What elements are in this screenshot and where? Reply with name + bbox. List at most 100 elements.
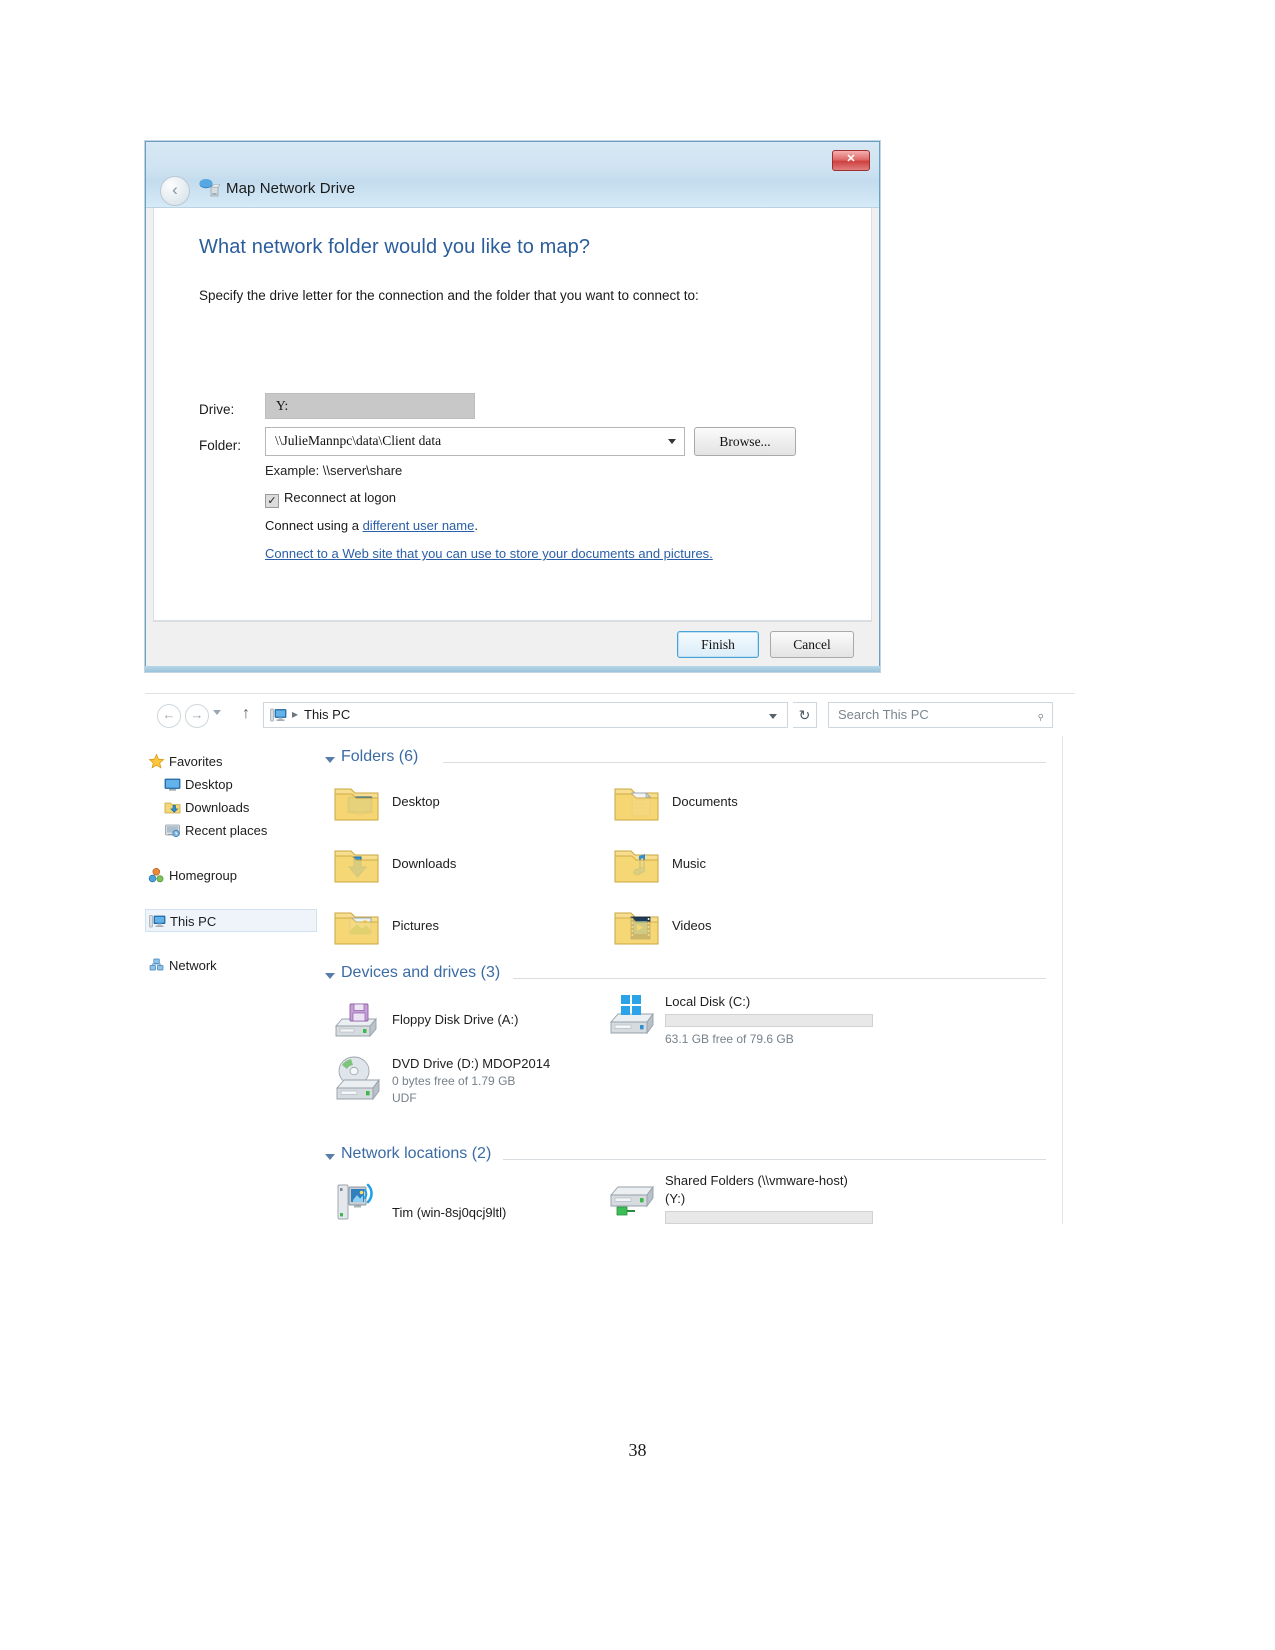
tile-label: Documents	[672, 794, 738, 809]
folder-music-icon	[612, 842, 662, 888]
homegroup-icon	[148, 867, 165, 884]
tile-label: Floppy Disk Drive (A:)	[392, 1012, 519, 1027]
group-rule	[513, 978, 1046, 979]
tile-label: Music	[672, 856, 706, 871]
file-explorer-window: ← → ↑ ▸ This PC ↻ Search This PC ⌕ Favor…	[145, 693, 1075, 1224]
collapse-triangle-icon[interactable]	[325, 757, 335, 763]
sidebar-label: Recent places	[185, 823, 268, 838]
this-pc-icon	[270, 707, 287, 724]
this-pc-icon	[149, 913, 166, 930]
sidebar-item-homegroup[interactable]: Homegroup	[145, 864, 317, 887]
different-user-name-link[interactable]: different user name	[363, 518, 475, 533]
network-drive-icon	[605, 1171, 655, 1217]
sidebar-label: Favorites	[169, 754, 223, 769]
sidebar-item-network[interactable]: Network	[145, 954, 317, 977]
tile-label: Videos	[672, 918, 712, 933]
tile-label: Tim (win-8sj0qcj9ltl)	[392, 1205, 507, 1220]
network-computer-icon	[332, 1179, 382, 1225]
dialog-title: Map Network Drive	[226, 180, 356, 197]
folder-combobox[interactable]: \\JulieMannpc\data\Client data	[265, 427, 685, 456]
star-icon	[148, 753, 165, 770]
dialog-body: What network folder would you like to ma…	[153, 208, 872, 621]
explorer-sidebar: Favorites Desktop Downloads Recent place…	[145, 736, 317, 1224]
refresh-button[interactable]: ↻	[793, 702, 817, 728]
sidebar-item-recent-places[interactable]: Recent places	[145, 819, 317, 842]
connect-prefix: Connect using a	[265, 518, 363, 533]
breadcrumb-current[interactable]: This PC	[304, 707, 350, 722]
search-icon[interactable]: ⌕	[1032, 708, 1048, 725]
group-title: Network locations (2)	[341, 1145, 492, 1162]
sidebar-label: This PC	[170, 914, 217, 929]
back-button[interactable]: ←	[157, 704, 181, 728]
capacity-bar	[665, 1014, 873, 1027]
folder-downloads-icon	[332, 842, 382, 888]
tile-label: Pictures	[392, 918, 439, 933]
group-rule	[503, 1159, 1046, 1160]
page-number: 38	[628, 1440, 647, 1460]
sidebar-item-desktop[interactable]: Desktop	[145, 773, 317, 796]
tile-label-line2: (Y:)	[665, 1191, 686, 1206]
finish-button[interactable]: Finish	[677, 631, 759, 658]
downloads-icon	[164, 799, 181, 816]
folder-pictures-icon	[332, 904, 382, 950]
reconnect-label: Reconnect at logon	[284, 490, 397, 505]
group-title: Devices and drives (3)	[341, 964, 501, 981]
group-header-folders[interactable]: Folders (6)	[325, 748, 1054, 774]
search-placeholder: Search This PC	[838, 707, 929, 722]
group-rule	[443, 762, 1046, 763]
dialog-subheading: Specify the drive letter for the connect…	[199, 288, 699, 303]
tile-local-disk-c[interactable]: Local Disk (C:) 63.1 GB free of 79.6 GB	[605, 992, 925, 1054]
connect-using-row: Connect using a different user name.	[265, 518, 478, 533]
tile-shared-folders-y[interactable]: Shared Folders (\\vmware-host) (Y:)	[605, 1171, 945, 1243]
tile-pictures[interactable]: Pictures	[332, 904, 632, 956]
tile-documents[interactable]: Documents	[612, 780, 912, 832]
dialog-bottom-edge	[145, 666, 880, 672]
floppy-drive-icon	[332, 998, 382, 1044]
tile-label-line1: Shared Folders (\\vmware-host)	[665, 1173, 848, 1188]
group-header-devices[interactable]: Devices and drives (3)	[325, 964, 1054, 990]
dvd-drive-icon	[332, 1054, 382, 1101]
tile-desktop[interactable]: Desktop	[332, 780, 632, 832]
browse-button[interactable]: Browse...	[694, 427, 796, 456]
tile-videos[interactable]: Videos	[612, 904, 912, 956]
connect-web-site-link[interactable]: Connect to a Web site that you can use t…	[265, 546, 713, 561]
folder-desktop-icon	[332, 780, 382, 826]
capacity-text: 63.1 GB free of 79.6 GB	[665, 1032, 794, 1046]
tile-downloads[interactable]: Downloads	[332, 842, 632, 894]
sidebar-label: Desktop	[185, 777, 233, 792]
sidebar-item-this-pc[interactable]: This PC	[145, 909, 317, 932]
dialog-heading: What network folder would you like to ma…	[199, 236, 591, 258]
dialog-footer: Finish Cancel	[153, 621, 872, 667]
connect-suffix: .	[474, 518, 478, 533]
tile-floppy-drive[interactable]: Floppy Disk Drive (A:)	[332, 998, 612, 1048]
collapse-triangle-icon[interactable]	[325, 1154, 335, 1160]
desktop-icon	[164, 776, 181, 793]
close-icon[interactable]: ✕	[832, 150, 870, 171]
chevron-down-icon[interactable]	[769, 714, 777, 719]
search-input[interactable]: Search This PC ⌕	[828, 702, 1053, 728]
tile-dvd-drive[interactable]: DVD Drive (D:) MDOP2014 0 bytes free of …	[332, 1054, 652, 1120]
folder-videos-icon	[612, 904, 662, 950]
tile-label: DVD Drive (D:) MDOP2014	[392, 1056, 551, 1071]
group-header-network-locations[interactable]: Network locations (2)	[325, 1145, 1054, 1171]
sidebar-label: Downloads	[185, 800, 250, 815]
tile-music[interactable]: Music	[612, 842, 912, 894]
chevron-down-icon[interactable]	[213, 710, 221, 715]
collapse-triangle-icon[interactable]	[325, 973, 335, 979]
sidebar-item-downloads[interactable]: Downloads	[145, 796, 317, 819]
dialog-titlebar: ‹ Map Network Drive ✕	[146, 142, 879, 208]
drive-select[interactable]: Y:	[265, 393, 475, 419]
chevron-down-icon[interactable]	[668, 439, 676, 444]
reconnect-at-logon-checkbox[interactable]: ✓ Reconnect at logon	[265, 489, 396, 509]
address-breadcrumb[interactable]: ▸ This PC	[263, 702, 788, 728]
forward-button[interactable]: →	[185, 704, 209, 728]
sidebar-label: Network	[169, 958, 217, 973]
sidebar-item-favorites[interactable]: Favorites	[145, 750, 317, 773]
tile-network-computer-tim[interactable]: Tim (win-8sj0qcj9ltl)	[332, 1179, 612, 1235]
recent-places-icon	[164, 822, 181, 839]
cancel-button[interactable]: Cancel	[770, 631, 854, 658]
tile-label: Desktop	[392, 794, 440, 809]
up-button[interactable]: ↑	[237, 704, 255, 726]
back-button[interactable]: ‹	[160, 176, 190, 206]
